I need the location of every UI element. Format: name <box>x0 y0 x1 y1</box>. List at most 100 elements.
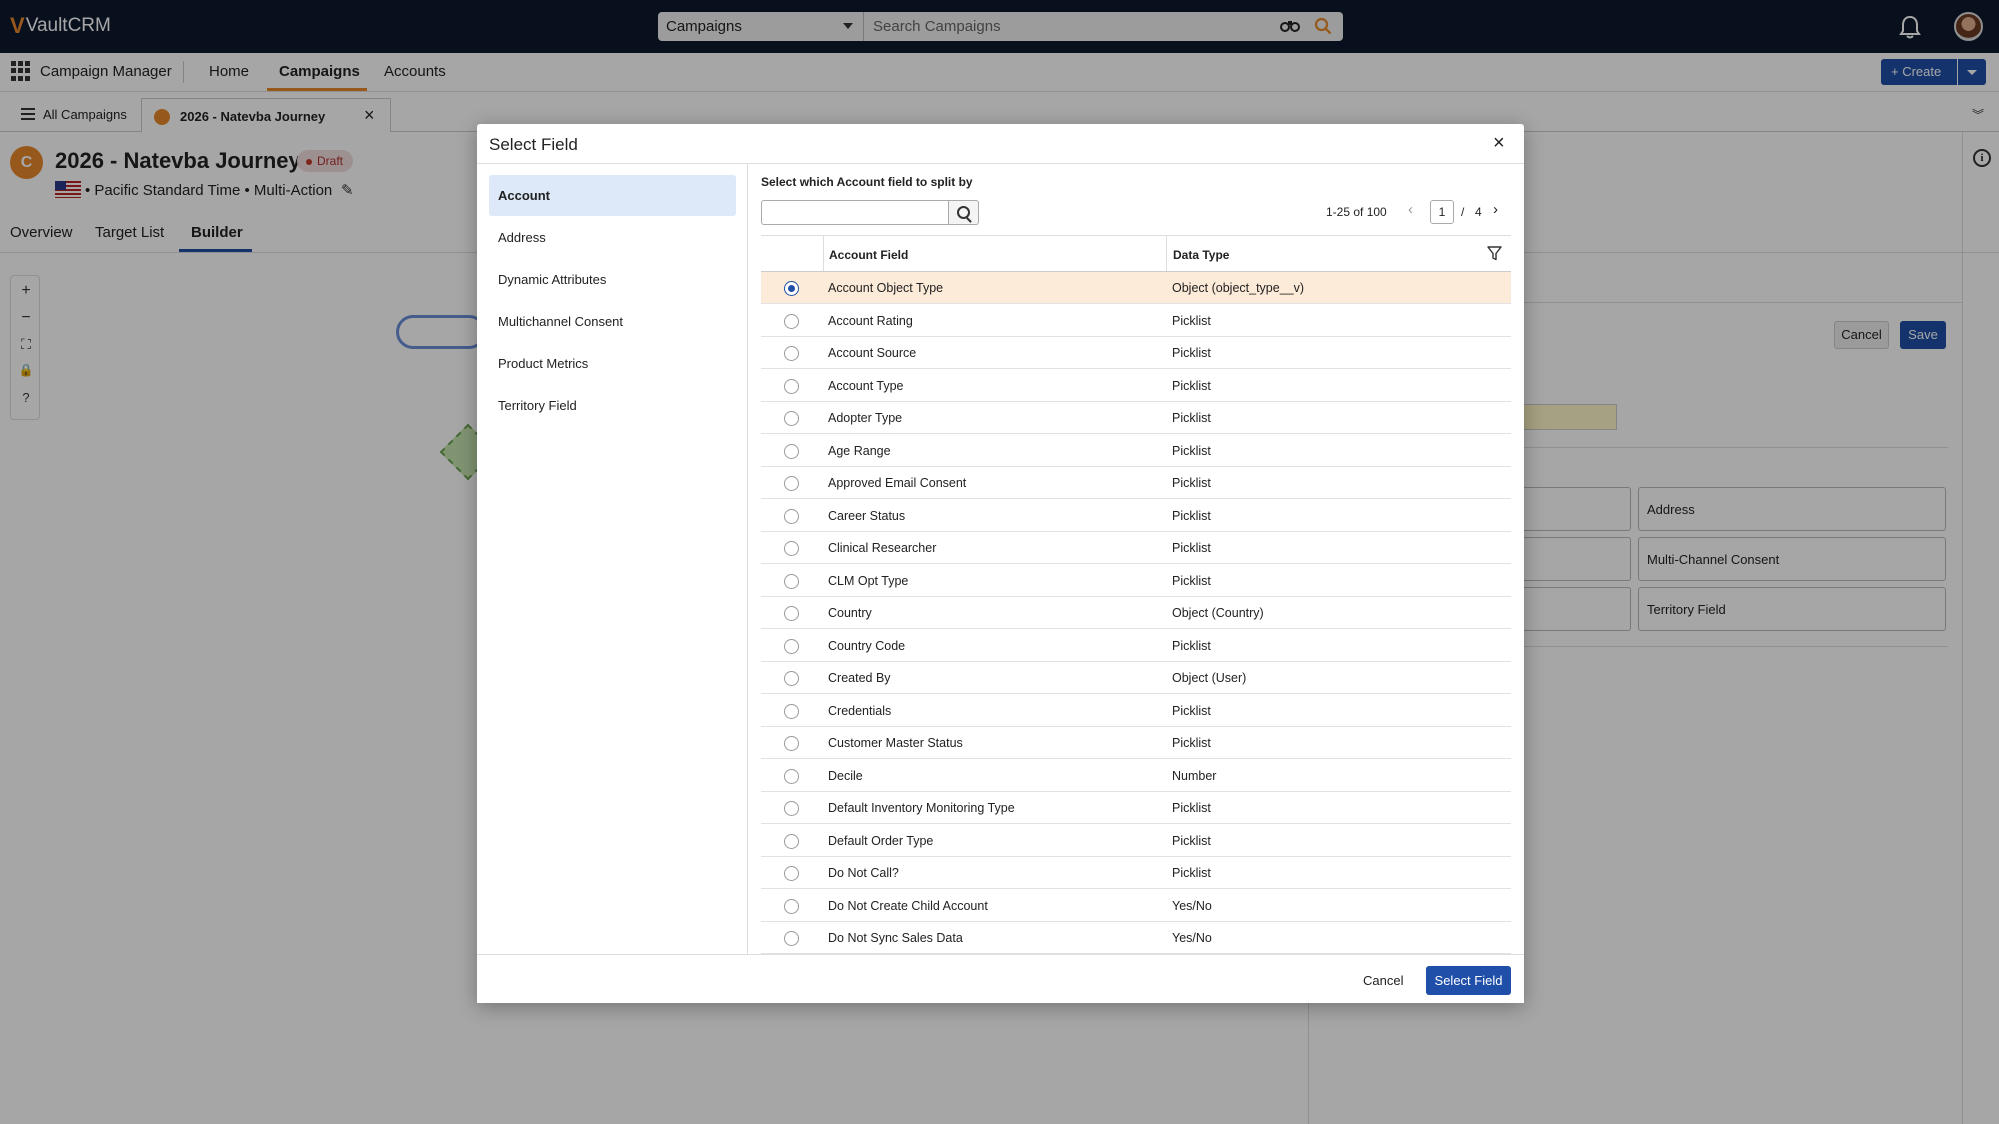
data-type-cell: Picklist <box>1172 736 1211 750</box>
table-row[interactable]: Account Object Type Object (object_type__… <box>761 272 1511 304</box>
data-type-cell: Picklist <box>1172 541 1211 555</box>
account-field-cell: Career Status <box>828 508 906 523</box>
row-radio-button[interactable] <box>784 606 799 621</box>
data-type-cell: Picklist <box>1172 801 1211 815</box>
table-row[interactable]: Do Not Create Child Account Yes/No <box>761 890 1511 922</box>
row-radio-button[interactable] <box>784 638 799 654</box>
field-category-list: Account Address Dynamic Attributes Multi… <box>477 164 748 954</box>
row-radio-button[interactable] <box>784 508 799 524</box>
row-radio-button[interactable] <box>784 768 799 784</box>
column-divider <box>1166 235 1167 271</box>
row-radio-button[interactable] <box>784 671 799 686</box>
table-row[interactable]: Credentials Picklist <box>761 695 1511 727</box>
category-territory-field[interactable]: Territory Field <box>489 385 736 426</box>
modal-title: Select Field <box>489 135 578 154</box>
account-field-cell: Do Not Create Child Account <box>828 898 988 913</box>
account-field-cell: Account Type <box>828 378 904 393</box>
row-radio-button[interactable] <box>784 443 799 459</box>
row-radio-button[interactable] <box>784 476 799 491</box>
table-row[interactable]: Default Inventory Monitoring Type Picklis… <box>761 792 1511 824</box>
account-field-cell: Credentials <box>828 703 892 718</box>
table-row[interactable]: Account Type Picklist <box>761 370 1511 402</box>
data-type-cell: Object (object_type__v) <box>1172 281 1305 295</box>
column-divider <box>823 235 824 271</box>
modal-footer: Cancel Select Field <box>477 954 1524 1003</box>
table-row[interactable]: Default Order Type Picklist <box>761 825 1511 857</box>
column-header-data-type[interactable]: Data Type <box>1173 235 1229 272</box>
account-field-cell: Account Rating <box>828 313 913 328</box>
table-row[interactable]: Country Code Picklist <box>761 630 1511 662</box>
data-type-cell: Picklist <box>1172 638 1211 653</box>
account-field-cell: Default Order Type <box>828 833 934 848</box>
field-search-input[interactable] <box>761 200 949 225</box>
table-row[interactable]: Clinical Researcher Picklist <box>761 532 1511 564</box>
select-field-button[interactable]: Select Field <box>1426 966 1511 995</box>
table-row[interactable]: Approved Email Consent Picklist <box>761 467 1511 499</box>
cancel-button[interactable]: Cancel <box>1355 967 1411 993</box>
category-multichannel-consent[interactable]: Multichannel Consent <box>489 301 736 342</box>
data-type-cell: Yes/No <box>1172 931 1212 945</box>
account-field-cell: Age Range <box>828 443 891 458</box>
category-address[interactable]: Address <box>489 217 736 258</box>
row-radio-button[interactable] <box>784 313 799 329</box>
chevron-right-icon[interactable]: › <box>1493 201 1498 218</box>
data-type-cell: Picklist <box>1172 346 1211 360</box>
table-row[interactable]: Customer Master Status Picklist <box>761 727 1511 759</box>
table-row[interactable]: Age Range Picklist <box>761 435 1511 467</box>
data-type-cell: Picklist <box>1172 508 1211 523</box>
data-type-cell: Picklist <box>1172 313 1211 328</box>
filter-icon[interactable] <box>1487 246 1502 261</box>
row-radio-button[interactable] <box>784 801 799 816</box>
data-type-cell: Picklist <box>1172 703 1211 718</box>
account-field-cell: Account Source <box>828 346 917 360</box>
row-radio-button[interactable] <box>784 346 799 361</box>
field-table: Account Field Data Type Account Object T… <box>761 235 1511 954</box>
account-field-cell: Approved Email Consent <box>828 476 967 490</box>
page-number-input[interactable]: 1 <box>1430 200 1454 224</box>
account-field-cell: Do Not Sync Sales Data <box>828 931 963 945</box>
account-field-cell: Country Code <box>828 638 906 653</box>
table-row[interactable]: Created By Object (User) <box>761 662 1511 694</box>
table-row[interactable]: Account Rating Picklist <box>761 305 1511 337</box>
search-icon[interactable] <box>949 200 979 225</box>
row-radio-button[interactable] <box>784 573 799 589</box>
column-header-account-field[interactable]: Account Field <box>829 235 908 272</box>
data-type-cell: Number <box>1172 768 1217 783</box>
pager-total: 4 <box>1475 205 1482 219</box>
row-radio-button[interactable] <box>784 866 799 881</box>
modal-header: Select Field × <box>477 124 1524 164</box>
close-icon[interactable]: × <box>1493 132 1505 155</box>
category-account[interactable]: Account <box>489 175 736 216</box>
row-radio-button[interactable] <box>784 703 799 719</box>
data-type-cell: Picklist <box>1172 866 1211 880</box>
chevron-left-icon[interactable]: ‹ <box>1408 201 1413 218</box>
table-row[interactable]: CLM Opt Type Picklist <box>761 565 1511 597</box>
data-type-cell: Picklist <box>1172 833 1211 848</box>
row-radio-button[interactable] <box>784 411 799 426</box>
data-type-cell: Object (Country) <box>1172 606 1264 620</box>
pager-range: 1-25 of 100 <box>1326 205 1387 219</box>
account-field-cell: Country <box>828 606 872 620</box>
table-row[interactable]: Career Status Picklist <box>761 500 1511 532</box>
table-row[interactable]: Do Not Call? Picklist <box>761 857 1511 889</box>
table-row[interactable]: Adopter Type Picklist <box>761 402 1511 434</box>
data-type-cell: Picklist <box>1172 573 1211 588</box>
account-field-cell: Adopter Type <box>828 411 903 425</box>
row-radio-button[interactable] <box>784 898 799 914</box>
category-product-metrics[interactable]: Product Metrics <box>489 343 736 384</box>
table-row[interactable]: Country Object (Country) <box>761 597 1511 629</box>
data-type-cell: Picklist <box>1172 411 1211 425</box>
row-radio-button[interactable] <box>784 833 799 849</box>
category-dynamic-attributes[interactable]: Dynamic Attributes <box>489 259 736 300</box>
table-row[interactable]: Account Source Picklist <box>761 337 1511 369</box>
row-radio-button[interactable] <box>784 931 799 946</box>
row-radio-button[interactable] <box>784 736 799 751</box>
table-row[interactable]: Do Not Sync Sales Data Yes/No <box>761 922 1511 954</box>
table-row[interactable]: Decile Number <box>761 760 1511 792</box>
account-field-cell: Clinical Researcher <box>828 541 937 555</box>
row-radio-button[interactable] <box>784 541 799 556</box>
select-field-modal: Select Field × Account Address Dynamic A… <box>477 124 1524 1003</box>
row-radio-button[interactable] <box>784 378 799 394</box>
row-radio-button[interactable] <box>784 281 799 296</box>
account-field-cell: Account Object Type <box>828 281 944 295</box>
